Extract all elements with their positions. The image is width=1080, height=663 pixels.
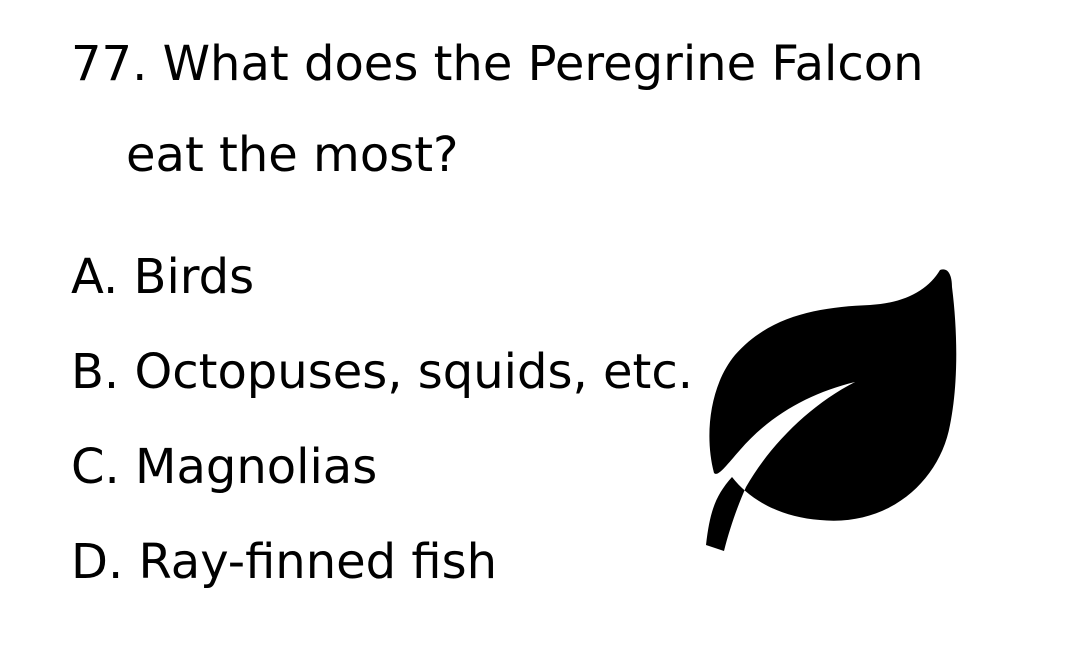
option-a[interactable]: A. Birds: [71, 253, 254, 301]
question-line-1: 77. What does the Peregrine Falcon: [71, 36, 924, 92]
leaf-icon: [706, 269, 957, 551]
option-b[interactable]: B. Octopuses, squids, etc.: [71, 348, 693, 396]
question-line-2: eat the most?: [126, 127, 459, 183]
option-c[interactable]: C. Magnolias: [71, 443, 377, 491]
option-d[interactable]: D. Ray-finned fish: [71, 538, 497, 586]
